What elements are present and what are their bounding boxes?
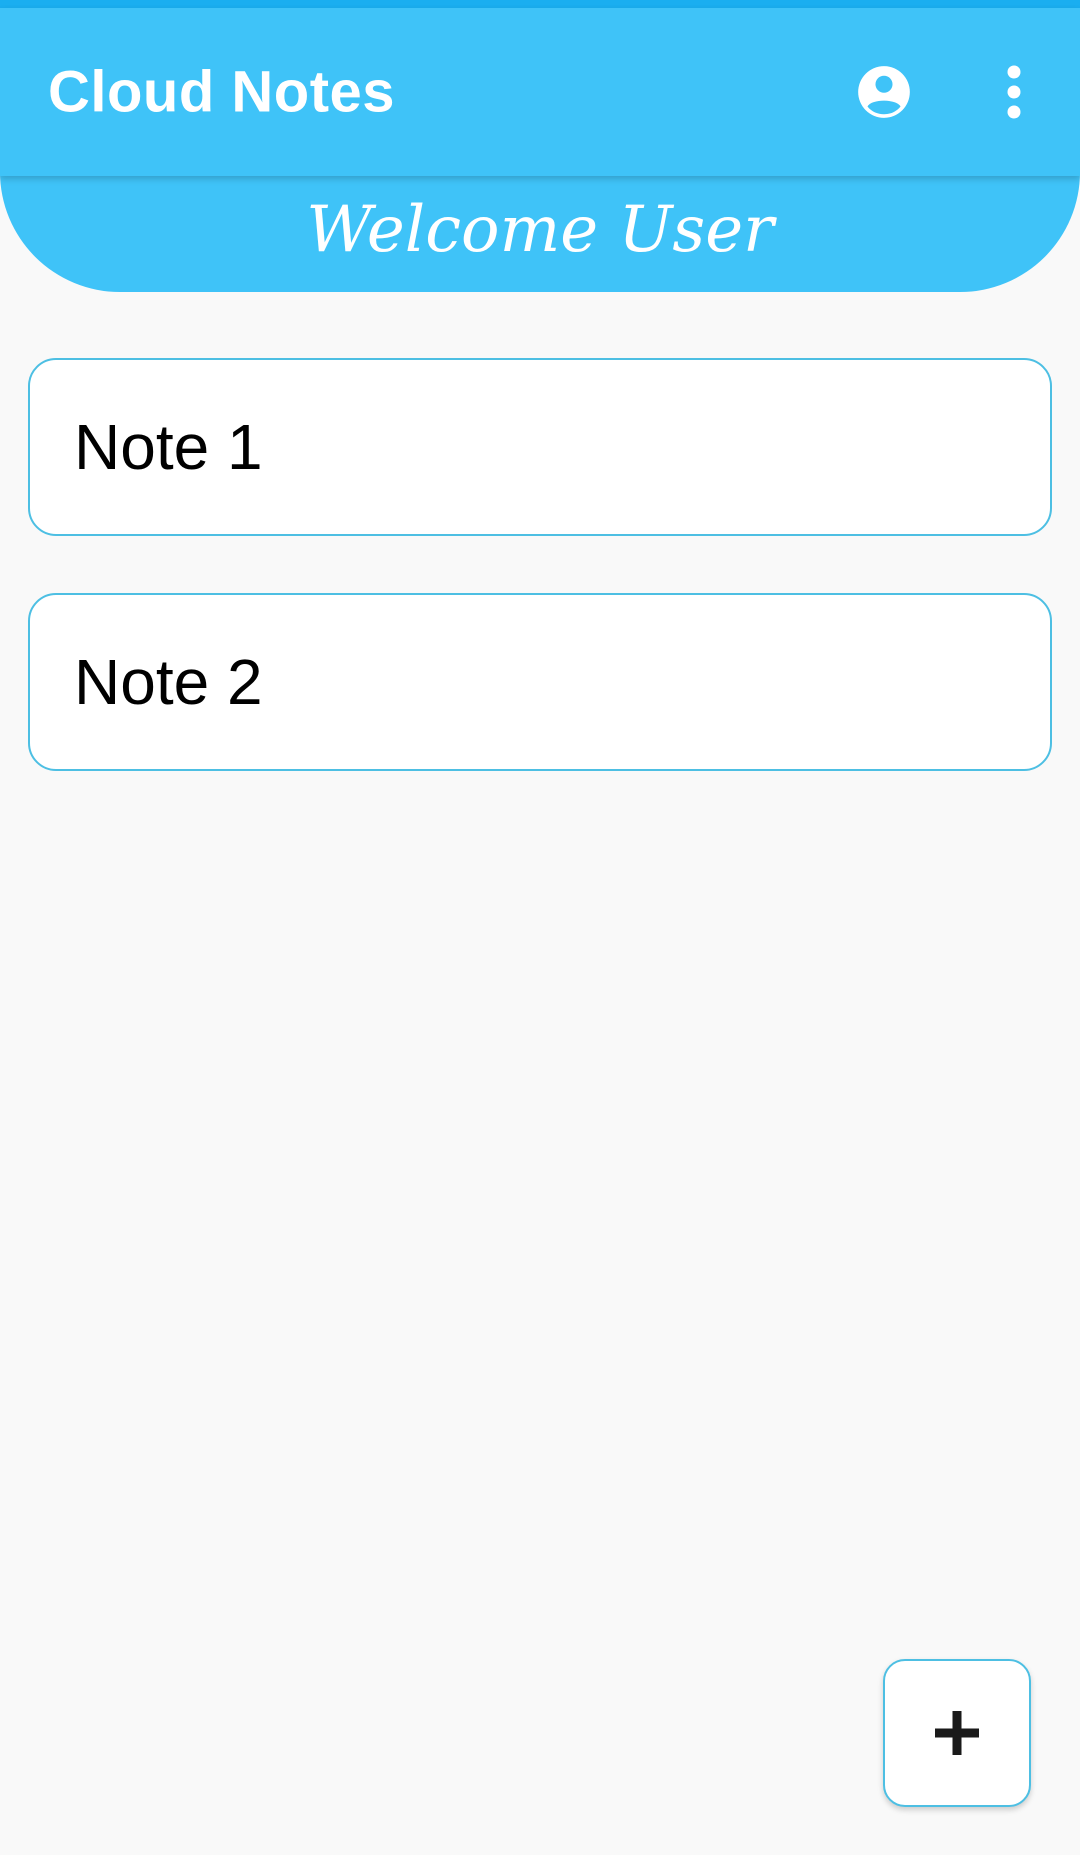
note-title: Note 2 <box>74 646 263 718</box>
account-circle-icon <box>858 66 910 118</box>
welcome-text: Welcome User <box>306 193 774 267</box>
add-icon <box>935 1711 979 1755</box>
account-button[interactable] <box>852 60 916 124</box>
more-vert-icon <box>1007 65 1021 119</box>
notes-list: Note 1 Note 2 <box>28 358 1052 828</box>
status-bar <box>0 0 1080 8</box>
note-title: Note 1 <box>74 411 263 483</box>
app-bar: Cloud Notes <box>0 8 1080 176</box>
app-title: Cloud Notes <box>48 59 396 125</box>
more-options-button[interactable] <box>988 60 1040 124</box>
add-note-button[interactable] <box>883 1659 1031 1807</box>
note-card[interactable]: Note 1 <box>28 358 1052 536</box>
note-card[interactable]: Note 2 <box>28 593 1052 771</box>
